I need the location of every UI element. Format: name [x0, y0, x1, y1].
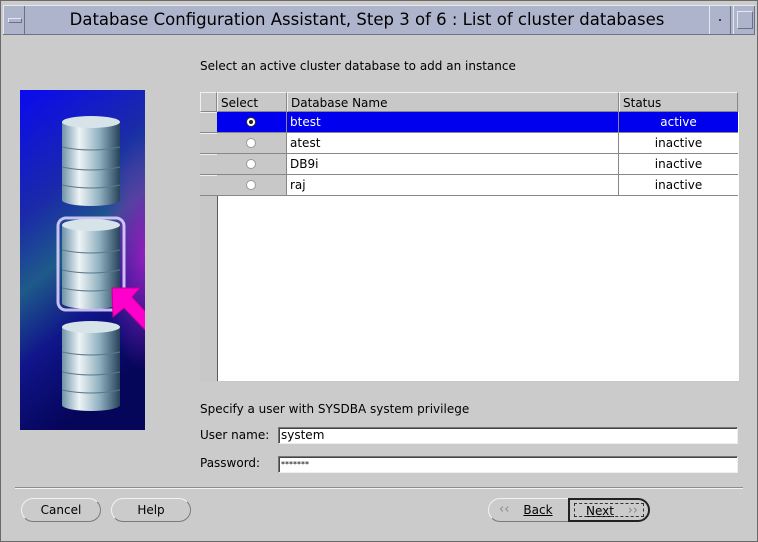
database-name-cell[interactable]: btest — [287, 112, 619, 133]
maximize-button[interactable] — [733, 6, 755, 34]
status-cell[interactable]: inactive — [619, 133, 738, 154]
dialog-window: Database Configuration Assistant, Step 3… — [0, 0, 758, 542]
select-cell[interactable] — [217, 133, 287, 154]
table-row[interactable]: DB9i inactive — [200, 154, 738, 175]
cluster-database-table: Select Database Name Status btest active… — [200, 92, 740, 382]
select-radio[interactable] — [246, 180, 256, 190]
row-header[interactable] — [200, 112, 217, 133]
cancel-button[interactable]: Cancel — [21, 498, 101, 522]
table-corner — [200, 92, 217, 112]
password-label: Password: — [200, 456, 261, 470]
status-cell[interactable]: inactive — [619, 154, 738, 175]
back-label: Back — [523, 503, 553, 517]
select-cell[interactable] — [217, 112, 287, 133]
password-input[interactable] — [278, 456, 738, 473]
row-header[interactable] — [200, 154, 217, 175]
cancel-label: Cancel — [40, 503, 82, 517]
table-row[interactable]: btest active — [200, 112, 738, 133]
database-icon-top — [61, 116, 121, 206]
status-cell[interactable]: active — [619, 112, 738, 133]
title-bar: Database Configuration Assistant, Step 3… — [3, 5, 755, 35]
window-title: Database Configuration Assistant, Step 3… — [69, 10, 665, 29]
column-header-status[interactable]: Status — [619, 92, 738, 112]
database-name-cell[interactable]: DB9i — [287, 154, 619, 175]
column-header-select[interactable]: Select — [217, 92, 287, 112]
sysdba-instruction: Specify a user with SYSDBA system privil… — [200, 402, 470, 416]
window-menu-button[interactable] — [3, 6, 25, 34]
database-name-cell[interactable]: raj — [287, 175, 619, 196]
username-label: User name: — [200, 428, 270, 442]
back-button[interactable]: ‹‹ Back — [488, 498, 570, 522]
instruction-text: Select an active cluster database to add… — [200, 59, 516, 73]
select-cell[interactable] — [217, 175, 287, 196]
select-cell[interactable] — [217, 154, 287, 175]
next-button[interactable]: Next ›› — [568, 498, 650, 522]
table-row[interactable]: raj inactive — [200, 175, 738, 196]
username-input[interactable] — [278, 427, 738, 444]
help-button[interactable]: Help — [111, 498, 191, 522]
chevron-right-icon: ›› — [627, 503, 638, 518]
database-cluster-illustration — [20, 90, 145, 430]
help-label: Help — [137, 503, 165, 517]
status-cell[interactable]: inactive — [619, 175, 738, 196]
table-row[interactable]: atest inactive — [200, 133, 738, 154]
select-radio[interactable] — [246, 159, 256, 169]
row-header[interactable] — [200, 175, 217, 196]
select-radio[interactable] — [246, 117, 256, 127]
minimize-button[interactable] — [709, 6, 731, 34]
database-icon-bottom — [61, 321, 121, 411]
row-header[interactable] — [200, 133, 217, 154]
select-radio[interactable] — [246, 138, 256, 148]
chevron-left-icon: ‹‹ — [499, 502, 510, 517]
column-header-database-name[interactable]: Database Name — [287, 92, 619, 112]
database-name-cell[interactable]: atest — [287, 133, 619, 154]
button-separator — [15, 487, 743, 489]
